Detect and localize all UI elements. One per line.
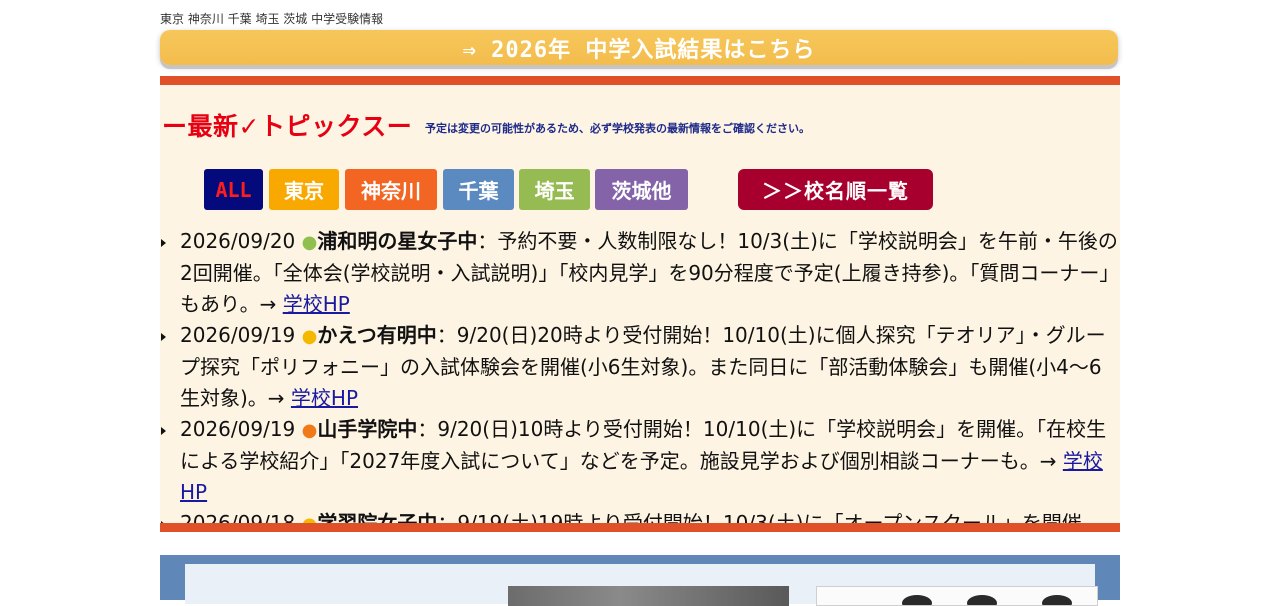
news-date: 2026/09/19 — [180, 323, 296, 347]
tab-kanagawa[interactable]: 神奈川 — [345, 169, 437, 210]
latest-topics-section: ー最新✓トピックスー 予定は変更の可能性があるため、必ず学校発表の最新情報をご確… — [160, 76, 1120, 532]
top-nav-cutoff[interactable]: 東京 神奈川 千葉 埼玉 茨城 中学受験情報 — [160, 12, 460, 26]
list-item: 2026/09/19 ●かえつ有明中：9/20(日)20時より受付開始！10/1… — [160, 320, 1120, 414]
region-dot-icon: ● — [301, 420, 318, 441]
tab-all[interactable]: ALL — [204, 169, 263, 210]
school-name: 学習院女子中 — [317, 511, 438, 523]
school-name: 浦和明の星女子中 — [317, 229, 478, 253]
news-list[interactable]: 2026/09/20 ●浦和明の星女子中：予約不要・人数制限なし！10/3(土)… — [160, 226, 1120, 523]
exam-results-banner[interactable]: ⇒ 2026年 中学入試結果はこちら — [160, 30, 1118, 65]
school-list-button[interactable]: ＞＞校名順一覧 — [738, 169, 933, 210]
news-date: 2026/09/19 — [180, 417, 296, 441]
region-dot-icon: ● — [301, 232, 318, 253]
featured-photo[interactable] — [508, 586, 789, 606]
list-item: 2026/09/20 ●浦和明の星女子中：予約不要・人数制限なし！10/3(土)… — [160, 226, 1120, 320]
featured-photo-2[interactable] — [816, 586, 1098, 606]
tab-saitama[interactable]: 埼玉 — [519, 169, 590, 210]
list-item: 2026/09/19 ●山手学院中：9/20(日)10時より受付開始！10/10… — [160, 414, 1120, 508]
region-dot-icon: ● — [301, 326, 318, 347]
page-container: 東京 神奈川 千葉 埼玉 茨城 中学受験情報 ⇒ 2026年 中学入試結果はこち… — [160, 0, 1120, 606]
tab-chiba[interactable]: 千葉 — [443, 169, 514, 210]
topics-title: ー最新✓トピックスー — [162, 112, 413, 141]
school-name: かえつ有明中 — [317, 323, 437, 347]
region-dot-icon: ● — [302, 514, 318, 523]
tab-tokyo[interactable]: 東京 — [269, 169, 339, 210]
school-hp-link[interactable]: 学校HP — [283, 292, 350, 316]
news-date: 2026/09/20 — [180, 229, 296, 253]
photo-figure — [902, 595, 932, 605]
school-hp-link[interactable]: 学校HP — [291, 386, 358, 410]
school-name: 山手学院中 — [317, 417, 418, 441]
topics-disclaimer: 予定は変更の可能性があるため、必ず学校発表の最新情報をご確認ください。 — [425, 122, 810, 135]
news-date: 2026/09/18 — [180, 511, 296, 523]
tab-ibaraki-other[interactable]: 茨城他 — [595, 169, 688, 210]
photo-figure — [1042, 595, 1072, 605]
photo-figure — [967, 595, 997, 605]
list-item: 2026/09/18 ●学習院女子中：9/19(土)19時より受付開始！10/3… — [160, 508, 1120, 523]
